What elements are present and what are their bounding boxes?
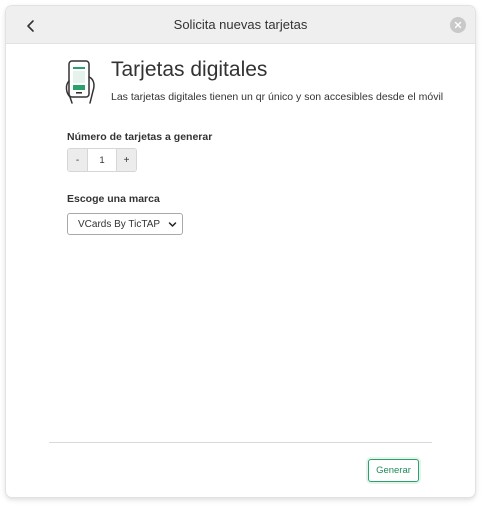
brand-label: Escoge una marca [67,193,160,205]
close-button[interactable] [450,17,466,33]
generate-button[interactable]: Generar [368,459,419,482]
decrement-button[interactable]: - [68,149,88,171]
close-icon [454,21,462,29]
increment-button[interactable]: + [116,149,136,171]
dialog-header: Solicita nuevas tarjetas [6,6,475,44]
brand-select[interactable]: VCards By TicTAP [67,213,183,235]
page-description: Las tarjetas digitales tienen un qr únic… [111,91,444,103]
chevron-down-icon [168,222,177,227]
quantity-label: Número de tarjetas a generar [67,131,213,143]
page-title: Tarjetas digitales [111,58,268,81]
dialog: Solicita nuevas tarjetas Tarjetas digita… [6,6,475,497]
footer-divider [49,442,432,443]
phone-card-icon [65,60,95,104]
quantity-input[interactable] [88,149,116,171]
quantity-stepper: - + [67,148,137,172]
dialog-title: Solicita nuevas tarjetas [173,17,308,32]
brand-select-value: VCards By TicTAP [78,218,161,230]
